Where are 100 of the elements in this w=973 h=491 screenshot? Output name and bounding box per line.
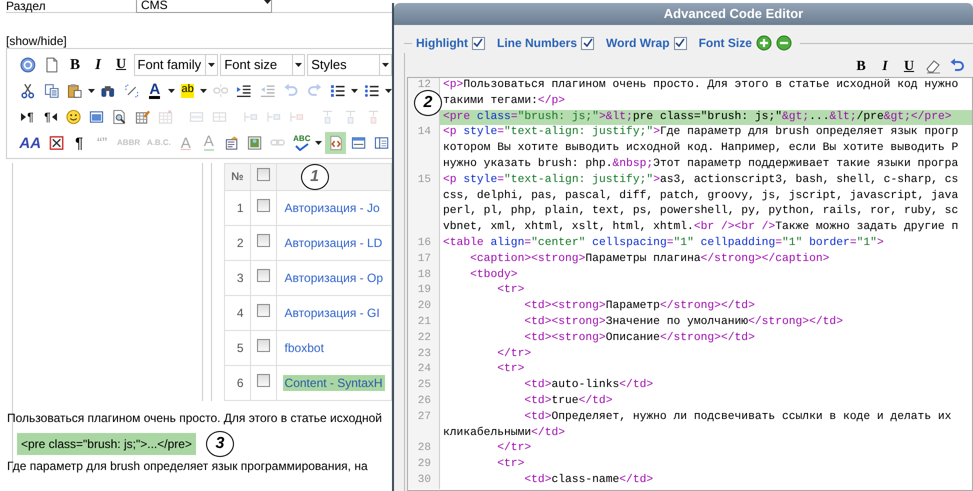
dropdown-field[interactable]: Font size — [220, 54, 306, 76]
caret-icon — [382, 63, 390, 67]
template-icon — [224, 135, 240, 151]
code-line: <p>Пользоваться плагином очень просто. Для этого в статье исходной код нужно — [442, 78, 960, 93]
checkbox[interactable] — [674, 36, 687, 50]
option-label: Word Wrap — [606, 35, 670, 52]
paragraph: Пользоваться плагином очень просто. Для этого в статье исходной — [7, 411, 383, 425]
triangle-icon — [21, 113, 26, 121]
code-line: <td><strong>Значение по умолчанию</strong></td> — [523, 314, 844, 330]
section-dropdown[interactable]: CMS — [136, 0, 272, 12]
checkbox[interactable] — [256, 339, 270, 352]
triangle-icon — [52, 113, 57, 121]
code-line: нужно указать brush: php.&nbsp;Этот параметр поддерживает такие языки програ — [442, 156, 960, 172]
code-line: <table align="center" cellspacing="1" cellpadding="1" border="1"> — [442, 236, 885, 251]
window-title: Advanced Code Editor — [394, 3, 973, 25]
caret-icon — [168, 89, 175, 93]
show-hide-link[interactable]: [show/hide] — [6, 34, 67, 48]
code-line: </tr> — [496, 346, 532, 362]
plugin-link[interactable]: Content - SyntaxH — [282, 375, 385, 391]
caret-icon — [200, 89, 208, 93]
checkbox[interactable] — [256, 234, 270, 247]
checkbox[interactable] — [256, 374, 270, 387]
styleprops-button[interactable]: AA — [17, 132, 44, 154]
code-line: <td>Определяет, нужно ли подсвечивать ссылки в коде и делать их — [523, 410, 952, 425]
underline-button[interactable]: U — [899, 57, 919, 75]
line-number: 19 — [408, 283, 440, 300]
column-insert-icon — [320, 109, 335, 125]
option-label: Line Numbers — [496, 35, 577, 52]
underline-button[interactable]: U — [110, 54, 132, 76]
checkbox[interactable] — [256, 269, 270, 282]
plugin-link[interactable]: fboxbot — [282, 340, 326, 356]
table-cell: 2 — [236, 236, 244, 250]
undo-icon — [283, 83, 299, 99]
code-line: <td>true</td> — [523, 394, 614, 409]
table-cell: 5 — [236, 341, 244, 355]
bold-button[interactable]: B — [64, 54, 86, 76]
checkbox[interactable] — [472, 36, 485, 50]
checkbox[interactable] — [581, 36, 594, 50]
line-number: 21 — [408, 314, 440, 331]
bold-button[interactable]: B — [851, 57, 871, 75]
code-line: <tr> — [496, 457, 526, 472]
line-number: 24 — [408, 362, 440, 378]
indent-icon — [236, 83, 252, 99]
code-line: такими тегами:</p> — [442, 94, 566, 109]
spellcheck-button[interactable]: ABC — [290, 132, 314, 154]
broken-link-icon — [212, 83, 228, 99]
highlight-color-button[interactable]: ab — [177, 80, 198, 102]
numbered-list-icon — [330, 83, 346, 99]
plus-icon[interactable] — [756, 35, 772, 51]
code-icon — [328, 135, 343, 151]
code-line: perl, pl, php, plain, text, ps, powershell, py, python, rails, ror, ruby, sc — [442, 204, 960, 220]
line-number: 17 — [408, 252, 440, 268]
left-to-right-button[interactable]: ¶ — [17, 106, 38, 128]
option-label: Highlight — [416, 35, 468, 52]
code-line: <tr> — [496, 362, 526, 378]
binoculars-icon — [100, 83, 116, 99]
right-to-left-button[interactable]: ¶ — [40, 106, 61, 128]
table-cell: 3 — [236, 271, 244, 285]
picture-icon — [247, 135, 262, 151]
italic-button[interactable]: I — [875, 57, 895, 75]
caret-icon — [315, 141, 322, 145]
redo-icon — [306, 83, 322, 99]
line-number: 27 — [408, 410, 440, 426]
line-number: 14 — [408, 125, 440, 142]
line-number: 15 — [408, 172, 440, 189]
check-icon — [473, 38, 484, 48]
undo-icon — [949, 58, 965, 74]
text-color-button[interactable]: A — [144, 80, 166, 102]
scissors-icon — [20, 83, 36, 99]
caret-icon — [88, 89, 95, 93]
code-line: <td>auto-links</td> — [523, 378, 654, 394]
smiley-icon — [66, 109, 81, 125]
code-line: </tr> — [496, 441, 532, 456]
table-cell: 6 — [236, 376, 244, 390]
eraser-icon — [925, 58, 941, 74]
italic-button[interactable]: I — [88, 54, 109, 76]
table-pencil-icon — [135, 109, 150, 125]
table-cell: 1 — [236, 201, 244, 215]
checkbox[interactable] — [256, 304, 270, 317]
checkbox[interactable] — [256, 168, 270, 181]
cross-box-icon — [48, 135, 64, 151]
code-line: <caption><strong>Параметры плагина</strong></caption> — [469, 252, 830, 267]
outdent-icon — [260, 83, 276, 99]
callout-number: 3 — [206, 431, 234, 457]
dropdown-field[interactable]: Font family — [134, 54, 218, 76]
checkbox[interactable] — [256, 199, 270, 212]
caret-icon — [264, 0, 271, 4]
clipboard-icon — [67, 83, 83, 99]
bullet-list-icon — [364, 83, 380, 99]
minus-icon[interactable] — [776, 35, 792, 51]
code-line: <p style="text-align: justify;">as3, actionscript3, bash, shell, c-sharp, cs — [442, 172, 960, 188]
document-icon — [44, 57, 60, 73]
line-number: 30 — [408, 472, 440, 489]
dropdown-field[interactable]: Styles — [307, 54, 392, 76]
code-line: css, delphi, pas, pascal, diff, patch, groovy, js, jscript, javascript, java — [442, 188, 960, 204]
window-icon — [89, 109, 104, 125]
code-line: <td>class-name</td> — [523, 472, 654, 488]
code-line: <td><strong>Параметр</strong></td> — [523, 299, 756, 314]
pilcrow-button[interactable]: ¶ — [68, 132, 90, 154]
field-label: Раздел — [6, 0, 47, 12]
